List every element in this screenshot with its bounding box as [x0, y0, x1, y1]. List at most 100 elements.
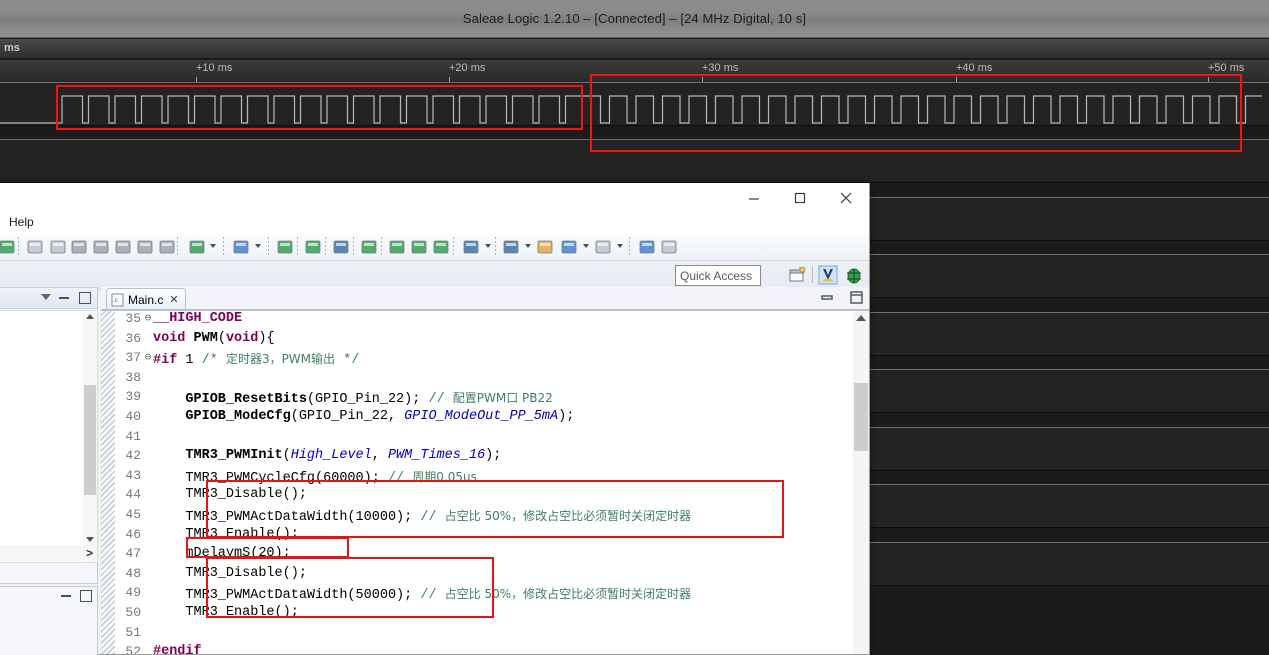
line-number: 37: [115, 350, 141, 365]
editor-maximize-icon[interactable]: [850, 291, 863, 309]
code-line[interactable]: 43 TMR3_PWMCycleCfg(60000); // 周期0.05us: [101, 468, 853, 488]
code-line[interactable]: 48 TMR3_Disable();: [101, 566, 853, 586]
toolbar-chevron-down-icon[interactable]: [617, 244, 623, 248]
forward-nav-icon[interactable]: [593, 237, 613, 257]
remove-markers-icon[interactable]: [431, 237, 451, 257]
search-pane-maximize-icon[interactable]: [80, 590, 92, 602]
code-text: TMR3_Enable();: [153, 605, 299, 620]
code-text: TMR3_Disable();: [153, 566, 307, 581]
run-icon[interactable]: [231, 237, 251, 257]
pane-minimize-icon[interactable]: [59, 297, 69, 299]
quick-access-input[interactable]: Quick Access: [675, 265, 761, 286]
logic-channel-row[interactable]: [0, 139, 1269, 183]
external-tools-icon[interactable]: [275, 237, 295, 257]
line-number: 41: [115, 429, 141, 444]
code-line[interactable]: 35⊖__HIGH_CODE: [101, 311, 853, 331]
code-line[interactable]: 49 TMR3_PWMActDataWidth(50000); // 占空比 5…: [101, 585, 853, 605]
console-icon[interactable]: [0, 237, 17, 257]
tab-close-icon[interactable]: ✕: [169, 293, 178, 306]
open-perspective-icon[interactable]: [786, 264, 808, 286]
mounriver-perspective-icon[interactable]: [817, 264, 839, 286]
code-line[interactable]: 37⊖#if 1 /* 定时器3，PWM输出 */: [101, 350, 853, 370]
download-icon[interactable]: [359, 237, 379, 257]
code-text: GPIOB_ResetBits(GPIO_Pin_22); // 配置PWM口 …: [153, 389, 553, 407]
pause-icon[interactable]: [48, 237, 68, 257]
toolbar-chevron-down-icon[interactable]: [485, 244, 491, 248]
editor-minimize-icon[interactable]: [821, 291, 834, 309]
tab-main-c[interactable]: .c Main.c ✕: [106, 288, 186, 310]
code-text: void PWM(void){: [153, 331, 275, 346]
disconnect-icon[interactable]: [91, 237, 111, 257]
code-line[interactable]: 36 void PWM(void){: [101, 331, 853, 351]
code-line[interactable]: 44 TMR3_Disable();: [101, 487, 853, 507]
editor-scroll-thumb[interactable]: [854, 383, 868, 451]
search-pane-minimize-icon[interactable]: [61, 595, 71, 597]
ide-title-bar: udio: [0, 183, 869, 212]
pane-maximize-icon[interactable]: [79, 292, 91, 304]
code-line[interactable]: 42 TMR3_PWMInit(High_Level, PWM_Times_16…: [101, 448, 853, 468]
last-edit-icon[interactable]: [461, 237, 481, 257]
toolbar-separator: [18, 237, 19, 256]
help-icon[interactable]: [303, 237, 323, 257]
toolbar-chevron-down-icon[interactable]: [525, 244, 531, 248]
code-surface[interactable]: 35⊖__HIGH_CODE36 void PWM(void){ 37⊖#if 1 …: [101, 310, 869, 654]
perspective-switcher: [786, 264, 865, 286]
resume-icon[interactable]: [25, 237, 45, 257]
pin-editor-icon[interactable]: [637, 237, 657, 257]
ide-toolbar[interactable]: [0, 233, 869, 261]
minimize-icon[interactable]: [731, 183, 777, 212]
code-text: __HIGH_CODE: [153, 311, 242, 326]
time-ruler[interactable]: +10 ms+20 ms+30 ms+40 ms+50 ms: [0, 60, 1269, 82]
line-number: 52: [115, 644, 141, 654]
toolbar-chevron-down-icon[interactable]: [255, 244, 261, 248]
code-line[interactable]: 50 TMR3_Enable();: [101, 605, 853, 625]
code-line[interactable]: 38: [101, 370, 853, 390]
next-annotation-icon[interactable]: [387, 237, 407, 257]
code-text: TMR3_PWMInit(High_Level, PWM_Times_16);: [153, 448, 501, 463]
scroll-right-icon[interactable]: >: [86, 546, 93, 560]
editor-scroll-up-icon[interactable]: [856, 315, 866, 321]
ruler-tick: +30 ms: [702, 62, 738, 74]
editor-vscrollbar[interactable]: [853, 311, 869, 654]
view-menu-chevron-down-icon[interactable]: [41, 294, 51, 300]
code-lines[interactable]: 35⊖__HIGH_CODE36 void PWM(void){ 37⊖#if 1 …: [101, 311, 853, 654]
scroll-down-icon[interactable]: [86, 537, 94, 542]
code-line[interactable]: 41: [101, 429, 853, 449]
code-text: TMR3_PWMActDataWidth(50000); // 占空比 50%，…: [153, 585, 691, 603]
menu-help[interactable]: Help: [4, 214, 39, 230]
code-line[interactable]: 45 TMR3_PWMActDataWidth(10000); // 占空比 5…: [101, 507, 853, 527]
line-number: 36: [115, 331, 141, 346]
maximize-icon[interactable]: [777, 183, 823, 212]
ide-menu-bar[interactable]: FlashWindowHelp: [0, 212, 869, 233]
bookmark-icon[interactable]: [501, 237, 521, 257]
terminate-icon[interactable]: [69, 237, 89, 257]
step-over-icon[interactable]: [135, 237, 155, 257]
code-line[interactable]: 47 mDelaymS(20);: [101, 546, 853, 566]
prev-annotation-icon[interactable]: [409, 237, 429, 257]
left-pane-scroll-thumb[interactable]: [84, 385, 96, 495]
code-text: mDelaymS(20);: [153, 546, 291, 561]
left-pane-vscrollbar[interactable]: [83, 311, 97, 562]
pin-editor-alt-icon[interactable]: [659, 237, 679, 257]
scroll-up-icon[interactable]: [86, 314, 94, 319]
code-line[interactable]: 39 GPIOB_ResetBits(GPIO_Pin_22); // 配置PW…: [101, 389, 853, 409]
left-pane-hscrollbar[interactable]: >: [0, 545, 96, 561]
fold-toggle-icon[interactable]: ⊖: [143, 311, 153, 325]
step-return-icon[interactable]: [157, 237, 177, 257]
close-icon[interactable]: [823, 183, 869, 212]
terminal-icon[interactable]: [331, 237, 351, 257]
tab-label: Main.c: [128, 293, 163, 307]
step-into-icon[interactable]: [113, 237, 133, 257]
code-line[interactable]: 52#endif: [101, 644, 853, 654]
debug-perspective-icon[interactable]: [843, 264, 865, 286]
toolbar-chevron-down-icon[interactable]: [210, 244, 216, 248]
line-number: 43: [115, 468, 141, 483]
debug-icon[interactable]: [187, 237, 207, 257]
back-history-icon[interactable]: [535, 237, 555, 257]
toolbar-chevron-down-icon[interactable]: [583, 244, 589, 248]
code-line[interactable]: 46 TMR3_Enable();: [101, 527, 853, 547]
code-line[interactable]: 51: [101, 625, 853, 645]
fold-toggle-icon[interactable]: ⊖: [143, 350, 153, 364]
prev-nav-icon[interactable]: [559, 237, 579, 257]
code-line[interactable]: 40 GPIOB_ModeCfg(GPIO_Pin_22, GPIO_ModeO…: [101, 409, 853, 429]
